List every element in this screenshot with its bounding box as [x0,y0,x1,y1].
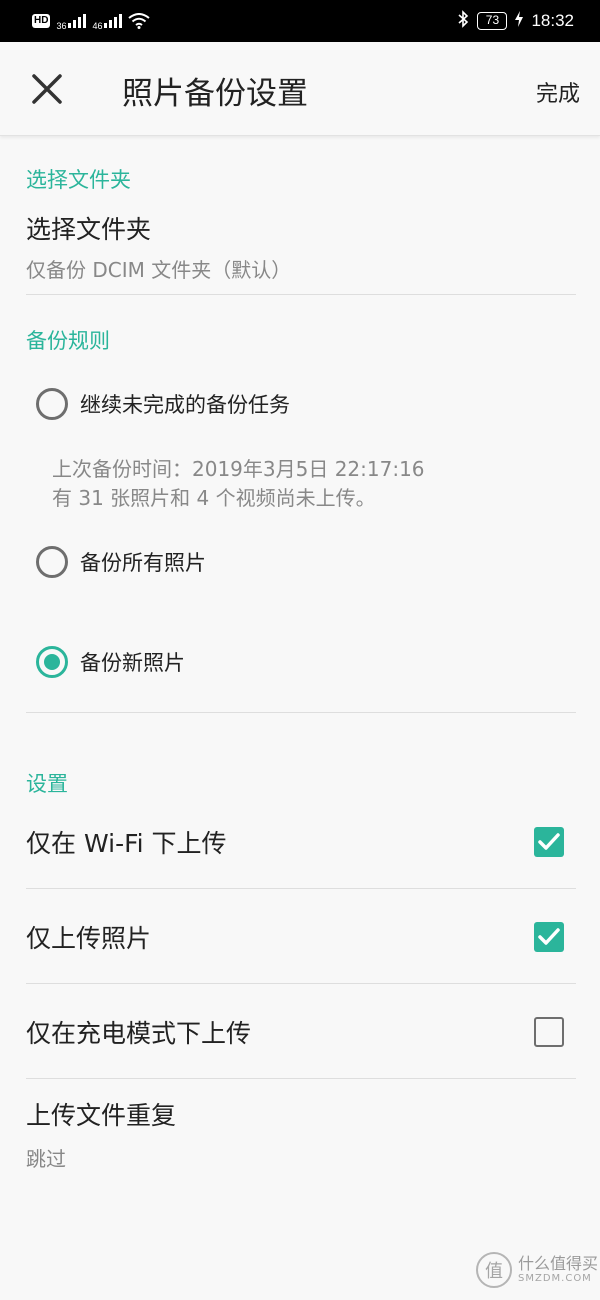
folder-select-subtitle: 仅备份 DCIM 文件夹（默认） [26,258,292,282]
watermark-en: SMZDM.COM [518,1273,592,1284]
section-header-settings: 设置 [26,772,68,796]
photos-only-checkbox[interactable] [534,922,564,952]
charging-only-checkbox[interactable] [534,1017,564,1047]
radio-button[interactable] [36,546,68,578]
bluetooth-icon [457,9,469,33]
page-title: 照片备份设置 [122,76,308,112]
clock: 18:32 [531,11,574,30]
last-backup-note: 上次备份时间：2019年3月5日 22:17:16 有 31 张照片和 4 个视… [52,455,425,513]
checkmark-icon [538,833,560,850]
section-header-folder: 选择文件夹 [26,168,131,192]
checkmark-icon [538,928,560,945]
status-right: 73 18:32 [457,9,574,33]
signal-icon-2 [104,14,123,28]
watermark-text: 什么值得买 SMZDM.COM [518,1255,598,1285]
hd-badge: HD [32,14,51,28]
battery-indicator: 73 [477,12,508,30]
radio-button-selected[interactable] [36,646,68,678]
divider [26,1078,576,1079]
app-bar: 照片备份设置 完成 [0,42,600,136]
setting-charging-only-label: 仅在充电模式下上传 [26,1019,252,1048]
radio-option-new[interactable]: 备份新照片 [36,644,185,680]
wifi-only-checkbox[interactable] [534,827,564,857]
network-type-1: 36 [56,21,67,31]
radio-option-all[interactable]: 备份所有照片 [36,544,206,580]
watermark-cn: 什么值得买 [518,1254,599,1273]
radio-label: 备份所有照片 [80,551,206,575]
status-bar: HD 36 46 73 18:32 [0,0,600,42]
signal-icon [68,14,87,28]
wifi-icon [128,13,151,29]
last-backup-time: 上次备份时间：2019年3月5日 22:17:16 [52,457,425,481]
setting-wifi-only-label: 仅在 Wi-Fi 下上传 [26,829,227,858]
radio-label: 备份新照片 [80,651,185,675]
watermark-logo: 值 [476,1252,512,1288]
done-button[interactable]: 完成 [536,76,580,108]
watermark: 值 什么值得买 SMZDM.COM [476,1252,598,1288]
radio-button[interactable] [36,388,68,420]
radio-option-resume[interactable]: 继续未完成的备份任务 [36,386,290,422]
network-type-2: 46 [92,21,103,31]
radio-label: 继续未完成的备份任务 [80,393,290,417]
status-left: HD 36 46 [32,11,151,31]
close-button[interactable] [30,72,64,106]
divider [26,294,576,295]
folder-select-title[interactable]: 选择文件夹 [26,210,151,246]
divider [26,983,576,984]
setting-photos-only-label: 仅上传照片 [26,924,152,953]
duplicate-files-value: 跳过 [26,1147,66,1171]
divider [26,888,576,889]
duplicate-files-title[interactable]: 上传文件重复 [26,1096,176,1132]
close-icon [32,74,62,104]
section-header-rules: 备份规则 [26,329,110,353]
charging-icon [515,10,524,32]
pending-upload-count: 有 31 张照片和 4 个视频尚未上传。 [52,486,376,510]
divider [26,712,576,713]
